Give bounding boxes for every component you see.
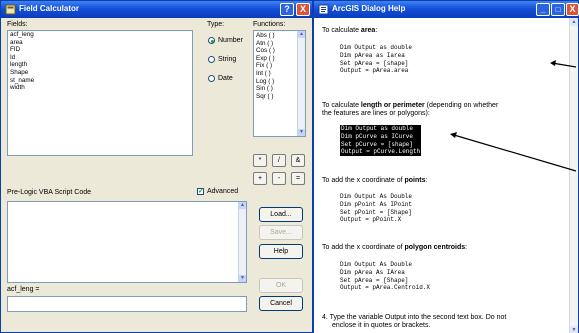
prelogic-code-textarea[interactable]: ▲ ▼: [7, 201, 247, 283]
save-button[interactable]: Save...: [259, 225, 303, 240]
field-list-item[interactable]: area: [8, 39, 192, 47]
field-list-item[interactable]: FID: [8, 46, 192, 54]
radio-selected-indicator: [208, 37, 215, 44]
type-label: Type:: [207, 21, 225, 28]
arcgis-help-window: ArcGIS Dialog Help _ □ X To calculate ar…: [313, 0, 579, 333]
fields-listbox[interactable]: acf_leng area FID Id length Shape st_name width: [7, 30, 193, 156]
prelogic-label: Pre-Logic VBA Script Code: [7, 189, 92, 196]
load-button[interactable]: Load...: [259, 207, 303, 222]
field-list-item[interactable]: width: [8, 84, 192, 92]
expression-label: acf_leng =: [7, 286, 40, 293]
radio-indicator: [208, 56, 215, 63]
advanced-label: Advanced: [207, 188, 239, 195]
functions-listbox[interactable]: Abs ( ) Atn ( ) Cos ( ) Exp ( ) Fix ( ) Int (…: [253, 30, 306, 137]
fields-label: Fields:: [7, 21, 28, 28]
scroll-up-arrow-icon[interactable]: ▲: [298, 31, 305, 38]
advanced-checkbox[interactable]: ✓ Advanced: [197, 188, 238, 195]
calculator-icon: [5, 4, 16, 15]
ok-button[interactable]: OK: [259, 278, 303, 293]
help-button[interactable]: Help: [259, 244, 303, 259]
type-date-radio[interactable]: Date: [208, 75, 233, 82]
prelogic-scrollbar[interactable]: ▲ ▼: [238, 202, 246, 282]
functions-scrollbar[interactable]: ▲ ▼: [297, 31, 305, 136]
divide-button[interactable]: /: [272, 154, 286, 167]
field-list-item[interactable]: Shape: [8, 69, 192, 77]
checkbox-check-icon: ✓: [197, 188, 204, 195]
type-string-label: String: [218, 56, 237, 63]
scroll-down-arrow-icon[interactable]: ▼: [298, 129, 305, 136]
field-calculator-window: Field Calculator ? X Fields: acf_leng are…: [0, 0, 313, 333]
area-arrow-icon: [551, 62, 577, 68]
close-title-button[interactable]: X: [296, 3, 310, 16]
annotation-arrows: [450, 60, 577, 172]
radio-indicator: [208, 75, 215, 82]
cancel-button[interactable]: Cancel: [259, 296, 303, 311]
concat-button[interactable]: &: [291, 154, 305, 167]
multiply-button[interactable]: *: [253, 154, 267, 167]
help-title-button[interactable]: ?: [280, 3, 294, 16]
field-calculator-title: Field Calculator: [19, 4, 80, 13]
length-arrowhead-icon: [450, 132, 457, 138]
field-list-item[interactable]: st_name: [8, 77, 192, 85]
length-arrow-icon: [453, 134, 577, 172]
type-string-radio[interactable]: String: [208, 56, 236, 63]
scroll-up-arrow-icon[interactable]: ▲: [239, 202, 246, 209]
type-number-radio[interactable]: Number: [208, 37, 243, 44]
field-calculator-titlebar[interactable]: Field Calculator ? X: [1, 1, 312, 18]
functions-label: Functions:: [253, 21, 286, 28]
expression-textbox[interactable]: [7, 296, 247, 312]
minus-button[interactable]: -: [272, 172, 286, 185]
field-list-item[interactable]: Id: [8, 54, 192, 62]
field-list-item[interactable]: acf_leng: [8, 31, 192, 39]
plus-button[interactable]: +: [253, 172, 267, 185]
type-date-label: Date: [218, 75, 233, 82]
equals-button[interactable]: =: [291, 172, 305, 185]
scroll-down-arrow-icon[interactable]: ▼: [239, 275, 246, 282]
type-number-label: Number: [218, 37, 243, 44]
field-list-item[interactable]: length: [8, 61, 192, 69]
area-arrowhead-icon: [550, 60, 556, 66]
